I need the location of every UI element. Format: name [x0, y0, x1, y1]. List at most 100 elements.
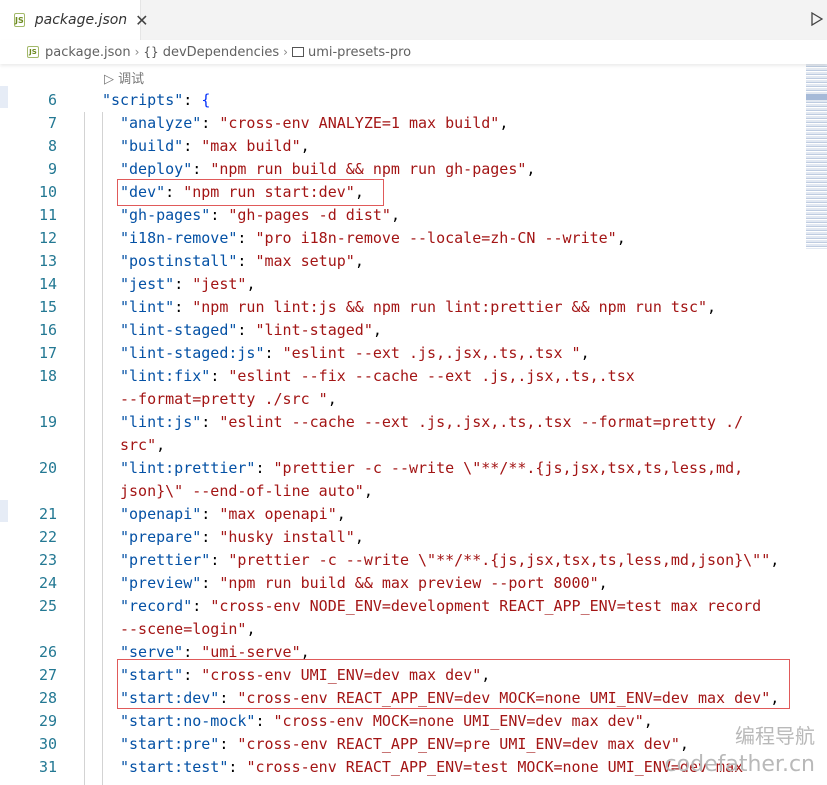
json-colon: :: [237, 321, 256, 339]
json-value: {: [201, 91, 211, 109]
line-number: 26: [38, 643, 57, 661]
json-key: "start:test": [120, 758, 229, 776]
line-number: 17: [38, 344, 57, 362]
code-editor[interactable]: ▷ 调试 6 "scripts": {7 "analyze": "cross-env…: [0, 64, 827, 785]
code-text: "lint-staged": "lint-staged",: [120, 319, 382, 342]
code-line[interactable]: 16 "lint-staged": "lint-staged",: [0, 319, 800, 342]
code-text: "lint:fix": "eslint --fix --cache --ext …: [120, 365, 635, 388]
json-value: "cross-env NODE_ENV=development REACT_AP…: [210, 597, 762, 615]
json-value: "eslint --ext .js,.jsx,.ts,.tsx ": [282, 344, 581, 362]
close-icon[interactable]: ✕: [135, 11, 148, 30]
json-key: "lint-staged:js": [120, 344, 265, 362]
json-key: "postinstall": [120, 252, 238, 270]
json-value: "jest": [192, 275, 247, 293]
line-number: 27: [38, 666, 57, 684]
json-key: "prepare": [120, 528, 202, 546]
code-line[interactable]: 19 "lint:js": "eslint --cache --ext .js,.…: [0, 411, 800, 434]
json-comma: ,: [354, 252, 364, 270]
json-key: "prettier": [120, 551, 211, 569]
json-colon: :: [219, 735, 238, 753]
breadcrumb-file[interactable]: package.json: [45, 45, 131, 60]
code-line[interactable]: src",: [0, 434, 800, 457]
code-line[interactable]: 23 "prettier": "prettier -c --write \"**/…: [0, 549, 800, 572]
code-line[interactable]: 17 "lint-staged:js": "eslint --ext .js,.j…: [0, 342, 800, 365]
code-line[interactable]: 22 "prepare": "husky install",: [0, 526, 800, 549]
code-line[interactable]: 7 "analyze": "cross-env ANALYZE=1 max bui…: [0, 112, 800, 135]
json-key: "lint-staged": [120, 321, 238, 339]
code-line[interactable]: 25 "record": "cross-env NODE_ENV=developm…: [0, 595, 800, 618]
code-line[interactable]: 9 "deploy": "npm run build && npm run gh-…: [0, 158, 800, 181]
json-value: "cross-env REACT_APP_ENV=pre UMI_ENV=dev…: [237, 735, 680, 753]
run-icon[interactable]: [809, 10, 825, 28]
json-key: "lint:fix": [120, 367, 211, 385]
json-value: "eslint --fix --cache --ext .js,.jsx,.ts…: [228, 367, 635, 385]
code-text: --scene=login",: [120, 618, 255, 641]
code-line[interactable]: 15 "lint": "npm run lint:js && npm run li…: [0, 296, 800, 319]
line-number: 10: [38, 183, 57, 201]
code-line[interactable]: 13 "postinstall": "max setup",: [0, 250, 800, 273]
code-line[interactable]: 20 "lint:prettier": "prettier -c --write …: [0, 457, 800, 480]
code-text: "lint": "npm run lint:js && npm run lint…: [120, 296, 716, 319]
line-number: 15: [38, 298, 57, 316]
js-file-icon: JS: [27, 46, 39, 58]
code-line[interactable]: 21 "openapi": "max openapi",: [0, 503, 800, 526]
json-value: "prettier -c --write \"**/**.{js,jsx,tsx…: [273, 459, 744, 477]
chevron-right-icon: ›: [283, 45, 288, 59]
json-value: "max build": [201, 137, 301, 155]
property-icon: [291, 47, 304, 57]
code-line[interactable]: --format=pretty ./src ",: [0, 388, 800, 411]
json-key: "gh-pages": [120, 206, 211, 224]
json-value: "prettier -c --write \"**/**.{js,jsx,tsx…: [228, 551, 771, 569]
code-line[interactable]: 18 "lint:fix": "eslint --fix --cache --ex…: [0, 365, 800, 388]
line-number: 16: [38, 321, 57, 339]
json-colon: :: [228, 758, 247, 776]
code-text: "deploy": "npm run build && npm run gh-p…: [120, 158, 535, 181]
code-text: "start:test": "cross-env REACT_APP_ENV=t…: [120, 756, 743, 779]
highlight-start-scripts: [117, 659, 790, 709]
json-value: "npm run lint:js && npm run lint:prettie…: [192, 298, 708, 316]
json-key: "record": [120, 597, 193, 615]
debug-codelens[interactable]: ▷ 调试: [104, 68, 144, 87]
code-line[interactable]: 6 "scripts": {: [0, 89, 800, 112]
tab-package-json[interactable]: JS package.json ✕: [0, 0, 149, 40]
code-text: "lint:prettier": "prettier -c --write \"…: [120, 457, 743, 480]
code-text: "postinstall": "max setup",: [120, 250, 364, 273]
breadcrumb-dev-dependencies[interactable]: devDependencies: [163, 45, 279, 60]
json-comma: ,: [246, 275, 256, 293]
line-number: 23: [38, 551, 57, 569]
code-text: json}\" --end-of-line auto",: [120, 480, 373, 503]
code-line[interactable]: 12 "i18n-remove": "pro i18n-remove --loca…: [0, 227, 800, 250]
json-comma: ,: [327, 390, 337, 408]
code-text: "jest": "jest",: [120, 273, 255, 296]
code-text: "i18n-remove": "pro i18n-remove --locale…: [120, 227, 626, 250]
code-line[interactable]: 29 "start:no-mock": "cross-env MOCK=none …: [0, 710, 800, 733]
code-line[interactable]: --scene=login",: [0, 618, 800, 641]
json-key: "scripts": [102, 91, 184, 109]
json-value: "npm run build && npm run gh-pages": [210, 160, 527, 178]
line-number: 31: [38, 758, 57, 776]
json-comma: ,: [616, 229, 626, 247]
json-value: "npm run build && max preview --port 800…: [219, 574, 599, 592]
json-key: "start:pre": [120, 735, 220, 753]
json-comma: ,: [580, 344, 590, 362]
code-text: "gh-pages": "gh-pages -d dist",: [120, 204, 400, 227]
json-key: "lint:prettier": [120, 459, 256, 477]
json-comma: ,: [372, 321, 382, 339]
json-value: "cross-env MOCK=none UMI_ENV=dev max dev…: [273, 712, 644, 730]
code-text: "openapi": "max openapi",: [120, 503, 346, 526]
code-line[interactable]: 24 "preview": "npm run build && max previ…: [0, 572, 800, 595]
line-number: 21: [38, 505, 57, 523]
code-line[interactable]: json}\" --end-of-line auto",: [0, 480, 800, 503]
json-comma: ,: [156, 436, 166, 454]
minimap[interactable]: [806, 64, 827, 249]
code-line[interactable]: 14 "jest": "jest",: [0, 273, 800, 296]
js-file-icon: JS: [14, 13, 25, 27]
json-colon: :: [210, 551, 229, 569]
line-number: 11: [38, 206, 57, 224]
json-comma: ,: [526, 160, 536, 178]
code-line[interactable]: 11 "gh-pages": "gh-pages -d dist",: [0, 204, 800, 227]
code-line[interactable]: 8 "build": "max build",: [0, 135, 800, 158]
line-number: 8: [47, 137, 57, 155]
json-comma: ,: [246, 620, 256, 638]
breadcrumb-umi-presets-pro[interactable]: umi-presets-pro: [308, 45, 411, 60]
